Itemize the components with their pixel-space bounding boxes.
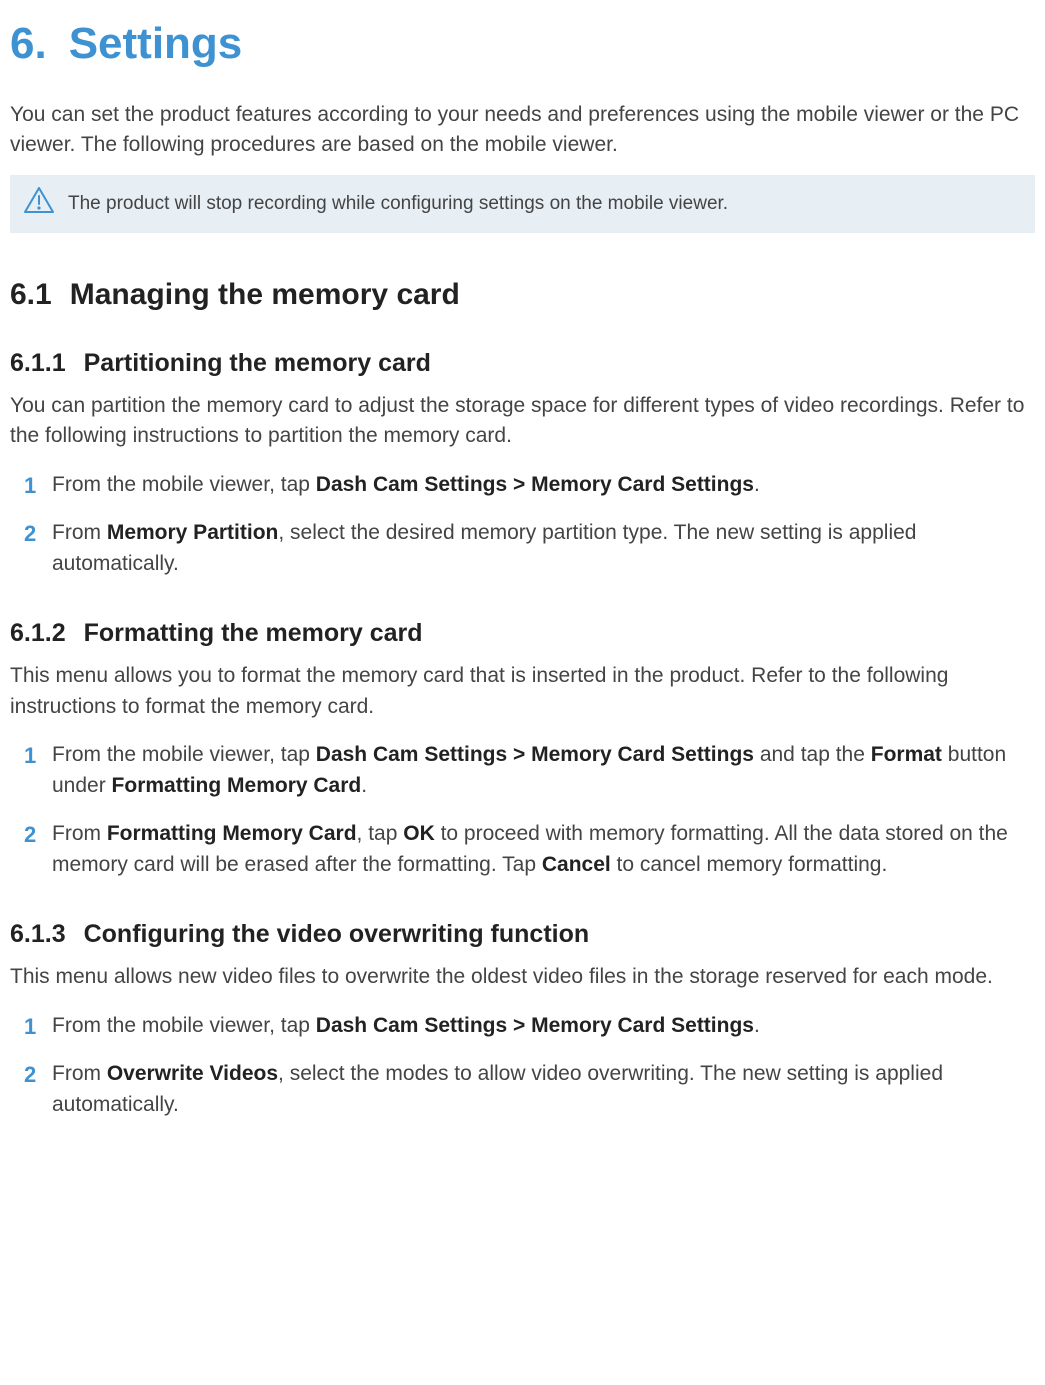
step-number: 1 [24, 470, 36, 502]
step-text: From [52, 521, 107, 544]
section-6-1-2-heading: 6.1.2 Formatting the memory card [10, 615, 1035, 651]
ui-path: Dash Cam Settings > Memory Card Settings [316, 743, 754, 766]
section-number: 6.1 [10, 278, 52, 311]
step-number: 1 [24, 740, 36, 772]
ui-label: Overwrite Videos [107, 1062, 278, 1085]
step-text: From the mobile viewer, tap [52, 1014, 316, 1037]
warning-icon [24, 187, 54, 222]
list-item: 2 From Overwrite Videos, select the mode… [10, 1059, 1035, 1120]
step-text: . [754, 473, 760, 496]
section-6-1-1-steps: 1 From the mobile viewer, tap Dash Cam S… [10, 470, 1035, 579]
list-item: 2 From Formatting Memory Card, tap OK to… [10, 819, 1035, 880]
step-text: . [361, 774, 367, 797]
ui-label: Format [871, 743, 942, 766]
chapter-number: 6. [10, 19, 47, 68]
ui-label: Formatting Memory Card [107, 822, 357, 845]
step-text: , tap [357, 822, 404, 845]
step-number: 2 [24, 518, 36, 550]
ui-label: Cancel [542, 853, 611, 876]
list-item: 1 From the mobile viewer, tap Dash Cam S… [10, 1011, 1035, 1041]
ui-label: Memory Partition [107, 521, 279, 544]
section-6-1-3-body: This menu allows new video files to over… [10, 962, 1035, 992]
subsection-number: 6.1.1 [10, 349, 66, 377]
section-title: Managing the memory card [70, 278, 460, 311]
step-text: and tap the [754, 743, 871, 766]
step-text: From [52, 822, 107, 845]
step-number: 1 [24, 1011, 36, 1043]
subsection-title: Formatting the memory card [84, 619, 423, 647]
ui-label: Formatting Memory Card [112, 774, 362, 797]
subsection-number: 6.1.2 [10, 619, 66, 647]
warning-callout: The product will stop recording while co… [10, 175, 1035, 234]
subsection-title: Partitioning the memory card [84, 349, 431, 377]
step-text: . [754, 1014, 760, 1037]
step-text: From the mobile viewer, tap [52, 743, 316, 766]
subsection-number: 6.1.3 [10, 920, 66, 948]
section-6-1-2-steps: 1 From the mobile viewer, tap Dash Cam S… [10, 740, 1035, 880]
ui-label: OK [403, 822, 435, 845]
section-6-1-1-body: You can partition the memory card to adj… [10, 391, 1035, 452]
step-number: 2 [24, 1059, 36, 1091]
step-text: From the mobile viewer, tap [52, 473, 316, 496]
step-number: 2 [24, 819, 36, 851]
list-item: 1 From the mobile viewer, tap Dash Cam S… [10, 470, 1035, 500]
step-text: From [52, 1062, 107, 1085]
section-6-1-3-steps: 1 From the mobile viewer, tap Dash Cam S… [10, 1011, 1035, 1120]
list-item: 1 From the mobile viewer, tap Dash Cam S… [10, 740, 1035, 801]
step-text: to cancel memory formatting. [611, 853, 888, 876]
chapter-intro: You can set the product features accordi… [10, 100, 1035, 161]
ui-path: Dash Cam Settings > Memory Card Settings [316, 1014, 754, 1037]
list-item: 2 From Memory Partition, select the desi… [10, 518, 1035, 579]
chapter-title: 6. Settings [10, 12, 1035, 76]
ui-path: Dash Cam Settings > Memory Card Settings [316, 473, 754, 496]
chapter-name: Settings [69, 19, 243, 68]
subsection-title: Configuring the video overwriting functi… [84, 920, 590, 948]
section-6-1-heading: 6.1 Managing the memory card [10, 273, 1035, 317]
section-6-1-3-heading: 6.1.3 Configuring the video overwriting f… [10, 916, 1035, 952]
section-6-1-2-body: This menu allows you to format the memor… [10, 661, 1035, 722]
section-6-1-1-heading: 6.1.1 Partitioning the memory card [10, 345, 1035, 381]
warning-text: The product will stop recording while co… [68, 190, 728, 218]
